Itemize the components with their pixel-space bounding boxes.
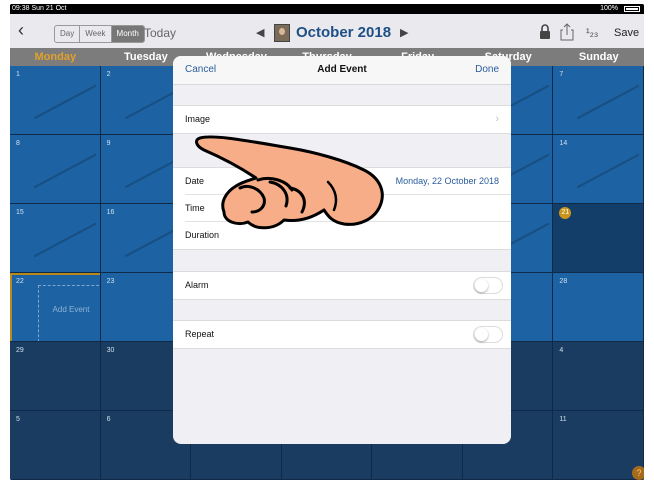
day-cell[interactable]: 15 xyxy=(10,204,101,273)
past-day-strike xyxy=(577,84,640,120)
battery-icon xyxy=(624,6,640,12)
day-cell[interactable]: 21 xyxy=(553,204,644,273)
day-number: 11 xyxy=(559,416,567,423)
day-number: 29 xyxy=(16,347,24,354)
next-arrow-icon[interactable]: ▶ xyxy=(400,23,408,43)
date-value: Monday, 22 October 2018 xyxy=(395,176,499,186)
back-chevron-icon[interactable]: ‹ xyxy=(18,21,30,39)
status-time: 09:38 Sun 21 Oct xyxy=(12,5,67,12)
add-event-placeholder[interactable]: Add Event xyxy=(10,273,100,341)
ipad-screen: 09:38 Sun 21 Oct 100% ‹ Day Week Month T… xyxy=(10,4,644,480)
past-day-strike xyxy=(33,153,97,189)
day-number: 5 xyxy=(16,416,20,423)
day-number: 6 xyxy=(106,416,111,423)
repeat-toggle[interactable] xyxy=(473,326,503,343)
prev-arrow-icon[interactable]: ◀ xyxy=(256,23,264,43)
day-cell[interactable]: 1 xyxy=(10,66,101,135)
day-number: 15 xyxy=(16,209,24,216)
day-number: 7 xyxy=(559,71,564,78)
alarm-toggle[interactable] xyxy=(473,277,503,294)
today-badge: 21 xyxy=(559,207,572,219)
day-number: 14 xyxy=(559,140,568,147)
avatar[interactable] xyxy=(274,24,290,42)
day-number: 2 xyxy=(106,71,111,78)
done-button[interactable]: Done xyxy=(475,64,499,75)
repeat-section: Repeat xyxy=(173,320,511,349)
dialog-header: Cancel Add Event Done xyxy=(173,56,511,85)
lock-icon[interactable] xyxy=(538,24,552,40)
day-number: 8 xyxy=(16,140,20,147)
chevron-right-icon: › xyxy=(495,113,499,125)
day-cell[interactable]: 4 xyxy=(553,342,644,411)
day-cell[interactable]: 7 xyxy=(553,66,644,135)
month-title: October 2018 xyxy=(296,24,392,41)
weekday-label: Monday xyxy=(34,51,77,63)
day-cell[interactable]: 14 xyxy=(553,135,644,204)
help-icon[interactable]: ? xyxy=(632,466,644,480)
day-cell[interactable]: 11 xyxy=(553,411,644,480)
numbering-button[interactable]: ¹₂₃ xyxy=(586,23,598,43)
alarm-label: Alarm xyxy=(185,280,209,290)
add-event-label: Add Event xyxy=(52,305,90,314)
day-number: 16 xyxy=(106,209,115,216)
add-event-dialog: Cancel Add Event Done Image › Date Monda… xyxy=(173,56,511,444)
day-cell[interactable]: 8 xyxy=(10,135,101,204)
share-icon[interactable] xyxy=(560,23,574,41)
day-number: 4 xyxy=(559,347,564,354)
pointing-hand-icon xyxy=(195,135,384,230)
day-number: 23 xyxy=(106,278,115,285)
repeat-row: Repeat xyxy=(173,321,511,348)
day-cell[interactable]: 28 xyxy=(553,273,644,342)
past-day-strike xyxy=(577,153,640,189)
past-day-strike xyxy=(33,84,97,120)
day-number: 28 xyxy=(559,278,568,285)
weekday-label: Sunday xyxy=(578,51,619,63)
repeat-label: Repeat xyxy=(185,329,215,339)
day-cell[interactable]: 22 Add Event xyxy=(10,273,101,342)
view-mode-segmented-control: Day Week Month xyxy=(54,25,145,43)
day-number: 1 xyxy=(16,71,20,78)
toolbar: ‹ Day Week Month Today ◀ October 2018 ▶ … xyxy=(10,14,644,48)
status-bar: 09:38 Sun 21 Oct 100% xyxy=(10,4,644,14)
view-day-button[interactable]: Day xyxy=(55,26,81,42)
day-number: 30 xyxy=(106,347,115,354)
day-cell[interactable]: 5 xyxy=(10,411,101,480)
battery-percent: 100% xyxy=(600,5,618,12)
save-button[interactable]: Save xyxy=(614,23,639,43)
view-month-button[interactable]: Month xyxy=(111,26,144,42)
day-number: 9 xyxy=(106,140,111,147)
screen: 09:38 Sun 21 Oct 100% ‹ Day Week Month T… xyxy=(0,0,654,484)
today-button[interactable]: Today xyxy=(144,23,176,43)
past-day-strike xyxy=(33,222,97,258)
dialog-title: Add Event xyxy=(317,64,367,75)
alarm-row: Alarm xyxy=(173,272,511,299)
alarm-section: Alarm xyxy=(173,271,511,300)
view-week-button[interactable]: Week xyxy=(80,26,112,42)
day-cell[interactable]: 29 xyxy=(10,342,101,411)
